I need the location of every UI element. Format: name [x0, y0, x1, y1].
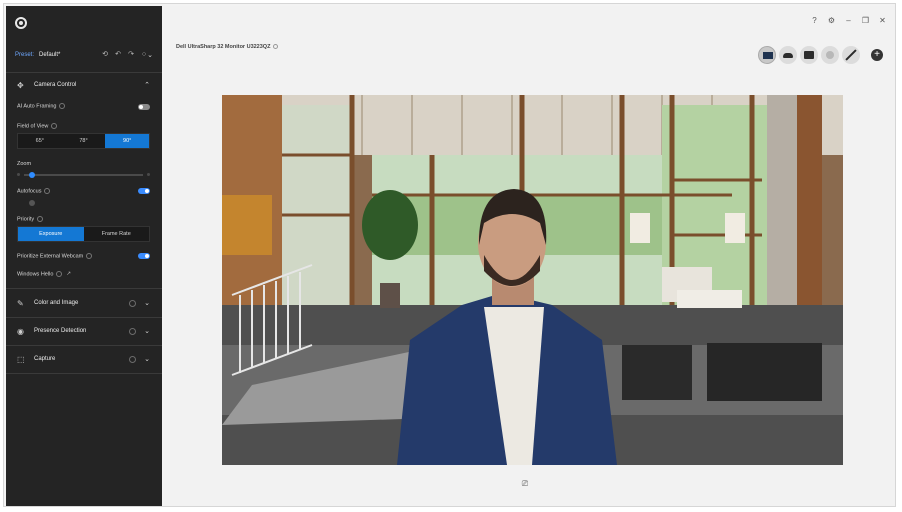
device-name: Dell UltraSharp 32 Monitor U3223QZ — [176, 44, 271, 50]
info-icon[interactable] — [59, 103, 66, 109]
info-icon[interactable] — [129, 300, 136, 307]
field-of-view-label: Field of View — [17, 123, 49, 130]
section-presence-detection[interactable]: ◉ Presence Detection ⌄ — [6, 322, 162, 342]
section-camera-control[interactable]: ✥ Camera Control ⌃ — [6, 76, 162, 96]
minimize-icon[interactable]: – — [844, 16, 853, 25]
device-name-row: Dell UltraSharp 32 Monitor U3223QZ — [176, 44, 279, 50]
device-strip: + — [758, 46, 883, 64]
undo-icon[interactable]: ↶ — [114, 51, 122, 59]
monitor-icon[interactable] — [758, 46, 776, 64]
color-image-icon: ✎ — [17, 299, 24, 308]
prioritize-external-label: Prioritize External Webcam — [17, 253, 84, 260]
sync-icon[interactable]: ⟲ — [101, 51, 109, 59]
pen-icon[interactable] — [842, 46, 860, 64]
divider — [6, 345, 162, 346]
presence-title: Presence Detection — [34, 328, 87, 334]
priority-selector: Exposure Frame Rate — [17, 226, 150, 242]
app-logo-icon — [15, 17, 27, 29]
windows-hello-label: Windows Hello — [17, 271, 54, 278]
prioritize-external-row: Prioritize External Webcam — [17, 253, 93, 260]
preset-actions: ⟲ ↶ ↷ ○ — [101, 51, 148, 59]
field-of-view-row: Field of View — [17, 123, 58, 130]
capture-title: Capture — [34, 356, 56, 362]
priority-exposure[interactable]: Exposure — [18, 227, 84, 241]
prioritize-external-toggle[interactable] — [138, 253, 150, 259]
divider — [6, 288, 162, 289]
app-window: Preset: Default* ⟲ ↶ ↷ ○ ⌄ ✥ Camera Cont… — [3, 3, 896, 507]
zoom-slider-thumb[interactable] — [29, 172, 35, 178]
sidebar: Preset: Default* ⟲ ↶ ↷ ○ ⌄ ✥ Camera Cont… — [6, 6, 162, 506]
priority-row: Priority — [17, 216, 44, 223]
zoom-slider[interactable] — [17, 172, 150, 178]
section-capture[interactable]: ⬚ Capture ⌄ — [6, 350, 162, 370]
ai-auto-framing-label: AI Auto Framing — [17, 103, 57, 110]
fov-option-78[interactable]: 78° — [62, 134, 106, 148]
window-controls: ? ⚙ – ❐ ✕ — [810, 16, 887, 25]
fov-option-90[interactable]: 90° — [105, 134, 150, 148]
external-link-icon[interactable]: ↗ — [66, 271, 71, 277]
main-panel: ? ⚙ – ❐ ✕ Dell UltraSharp 32 Monitor U32… — [164, 6, 895, 506]
priority-frame-rate[interactable]: Frame Rate — [84, 227, 150, 241]
restore-icon[interactable]: ❐ — [861, 16, 870, 25]
windows-hello-row: Windows Hello ↗ — [17, 271, 71, 277]
camera-preview-image — [222, 95, 843, 465]
autofocus-row: Autofocus — [17, 188, 51, 195]
headset-icon[interactable] — [821, 46, 839, 64]
info-icon[interactable] — [129, 356, 136, 363]
presence-icon: ◉ — [17, 327, 24, 336]
preset-row[interactable]: Preset: Default* ⟲ ↶ ↷ ○ ⌄ — [6, 46, 162, 68]
color-image-title: Color and Image — [34, 300, 79, 306]
ai-auto-framing-toggle[interactable] — [138, 104, 150, 110]
close-icon[interactable]: ✕ — [878, 16, 887, 25]
preset-value: Default* — [39, 52, 61, 58]
fov-option-65[interactable]: 65° — [18, 134, 62, 148]
info-icon[interactable] — [56, 271, 63, 277]
chevron-down-icon[interactable]: ⌄ — [144, 327, 150, 335]
settings-icon[interactable]: ⚙ — [827, 16, 836, 25]
camera-control-icon: ✥ — [17, 81, 24, 90]
section-color-and-image[interactable]: ✎ Color and Image ⌄ — [6, 294, 162, 314]
info-icon[interactable] — [44, 188, 51, 194]
chevron-down-icon[interactable]: ⌄ — [144, 299, 150, 307]
info-icon[interactable] — [129, 328, 136, 335]
info-icon[interactable] — [51, 123, 58, 129]
chevron-up-icon[interactable]: ⌃ — [144, 81, 150, 89]
info-icon[interactable] — [86, 253, 93, 259]
camera-control-title: Camera Control — [34, 82, 77, 88]
mouse-icon[interactable] — [779, 46, 797, 64]
ai-auto-framing-row: AI Auto Framing — [17, 103, 66, 110]
priority-label: Priority — [17, 216, 35, 223]
slider-track — [24, 174, 143, 176]
preset-label: Preset: — [15, 52, 35, 58]
slider-max-marker — [147, 173, 150, 176]
divider — [6, 317, 162, 318]
chevron-down-icon[interactable]: ⌄ — [144, 355, 150, 363]
help-icon[interactable]: ? — [810, 16, 819, 25]
autofocus-toggle[interactable] — [138, 188, 150, 194]
divider — [6, 72, 162, 73]
slider-min-marker — [17, 173, 20, 176]
snapshot-icon[interactable]: ⎚ — [520, 479, 530, 488]
divider — [6, 373, 162, 374]
autofocus-label: Autofocus — [17, 188, 42, 195]
camera-preview — [222, 95, 843, 465]
field-of-view-selector: 65° 78° 90° — [17, 133, 150, 149]
redo-icon[interactable]: ↷ — [127, 51, 135, 59]
focus-slider-thumb[interactable] — [29, 200, 35, 206]
capture-icon: ⬚ — [17, 355, 25, 364]
add-device-button[interactable]: + — [871, 49, 883, 61]
webcam-icon[interactable] — [800, 46, 818, 64]
focus-slider[interactable] — [17, 200, 150, 206]
info-icon[interactable] — [37, 216, 44, 222]
device-info-icon[interactable] — [273, 44, 279, 50]
preset-chevron-down-icon[interactable]: ⌄ — [147, 51, 153, 59]
zoom-label: Zoom — [17, 161, 32, 167]
